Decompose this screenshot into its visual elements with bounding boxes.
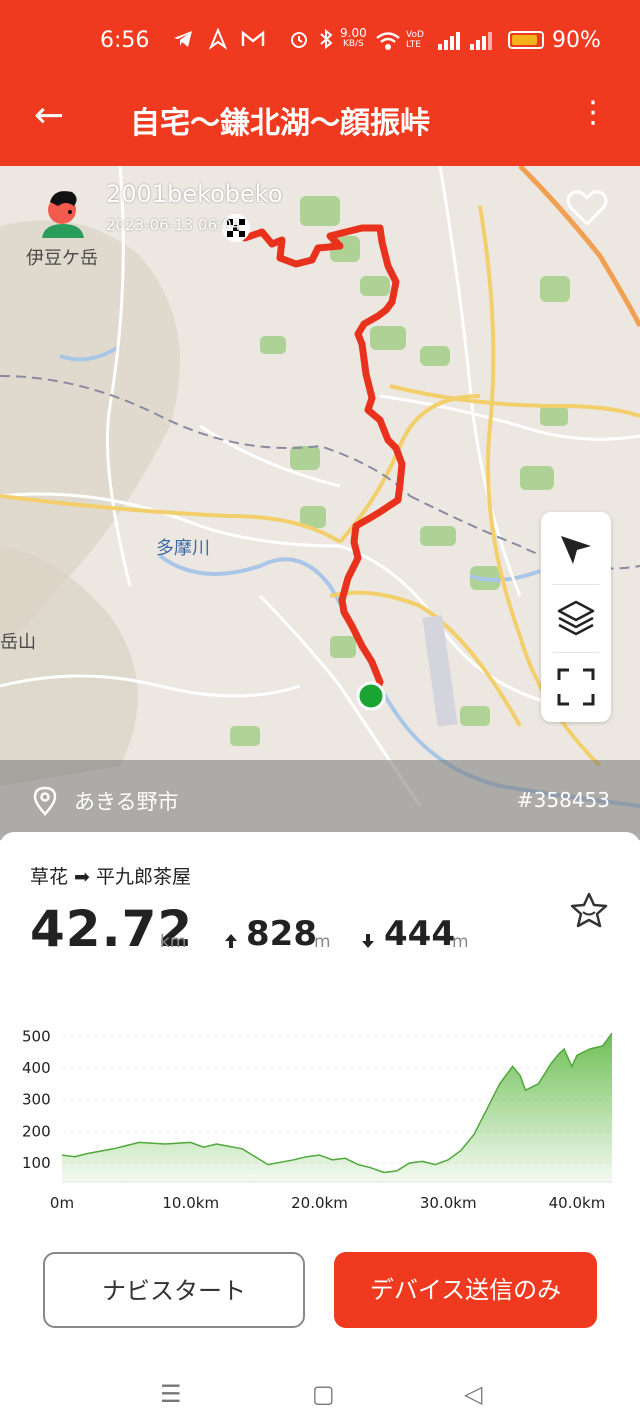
home-button[interactable]: ▢ [312,1380,335,1408]
down-arrow-icon [362,934,374,948]
layers-button[interactable] [541,584,611,654]
username: 2001bekobeko [106,180,283,208]
battery-icon [508,31,544,49]
recent-apps-button[interactable]: ☰ [160,1380,182,1408]
ascent-unit: m [314,932,331,952]
wifi-icon [376,32,400,50]
route-endpoints: 草花 ➡ 平九郎茶屋 [30,866,191,888]
y-tick-label: 500 [22,1027,51,1045]
back-nav-button[interactable]: ◁ [464,1380,482,1408]
status-time: 6:56 [100,28,150,53]
location-bar: あきる野市 #358453 [0,760,640,840]
avatar[interactable] [40,186,86,238]
route-map[interactable]: 2001bekobeko 2023-06-13 06:04 伊豆ケ岳 多摩川 岳… [0,166,640,836]
y-tick-label: 100 [22,1154,51,1172]
place-label-tamagawa: 多摩川 [156,538,210,559]
x-tick-label: 40.0km [549,1194,606,1212]
place-label-izugatake: 伊豆ケ岳 [26,248,98,269]
map-controls [541,512,611,722]
x-tick-label: 30.0km [420,1194,477,1212]
net-speed-value: 9.00 [340,26,367,40]
fullscreen-icon [557,668,595,706]
y-tick-label: 300 [22,1091,51,1109]
navigation-icon [208,27,227,50]
y-tick-label: 200 [22,1122,51,1140]
app-bar: ← 自宅〜鎌北湖〜顔振峠 ⋮ [0,80,640,166]
alarm-icon [291,32,307,48]
back-button[interactable]: ← [34,96,64,136]
telegram-icon [174,31,192,47]
elevation-chart-svg: 500 400 300 200 100 0m 10.0km 20.0km 30.0km 40.0k… [22,1027,613,1212]
y-tick-label: 400 [22,1059,51,1077]
status-bar: 6:56 9.00 KB/S VoD LTE 90% [0,0,640,80]
page-title: 自宅〜鎌北湖〜顔振峠 [130,106,430,141]
up-arrow-icon [225,934,237,948]
signal-icon [438,32,492,50]
x-tick-label: 0m [50,1194,74,1212]
ascent-value: 828 [246,914,317,954]
location-pin-icon [33,786,57,816]
fullscreen-button[interactable] [541,652,611,722]
layers-icon [557,600,595,636]
more-menu-button[interactable]: ⋮ [578,98,608,128]
battery-percent: 90% [552,28,601,53]
bookmark-star-icon[interactable] [568,890,610,932]
my-location-button[interactable] [541,512,611,582]
system-nav-bar: ☰ ▢ ◁ [0,1380,640,1422]
navi-start-button[interactable]: ナビスタート [43,1252,305,1328]
activity-date: 2023-06-13 06:04 [106,216,242,234]
system-icons [288,28,333,50]
descent-unit: m [452,932,469,952]
descent-value: 444 [384,914,455,954]
volte-label: VoD LTE [406,30,424,50]
notification-icons [172,27,265,50]
bluetooth-icon [320,28,333,50]
net-speed: 9.00 KB/S [340,26,367,50]
elevation-chart: 500 400 300 200 100 0m 10.0km 20.0km 30.0km 40.0k… [0,1012,640,1222]
place-label-takeyama: 岳山 [0,632,36,653]
route-summary-card: 草花 ➡ 平九郎茶屋 42.72 km 828 m 444 m 500 400 30… [0,832,640,1236]
favorite-heart-icon[interactable] [565,186,609,230]
location-city: あきる野市 [74,790,179,814]
route-id: #358453 [516,788,610,812]
x-tick-label: 10.0km [162,1194,219,1212]
net-speed-unit: KB/S [342,39,364,49]
gmail-icon [242,30,265,46]
distance-unit: km [160,932,187,952]
navigation-arrow-icon [561,536,591,564]
x-tick-label: 20.0km [291,1194,348,1212]
send-to-device-button[interactable]: デバイス送信のみ [334,1252,597,1328]
